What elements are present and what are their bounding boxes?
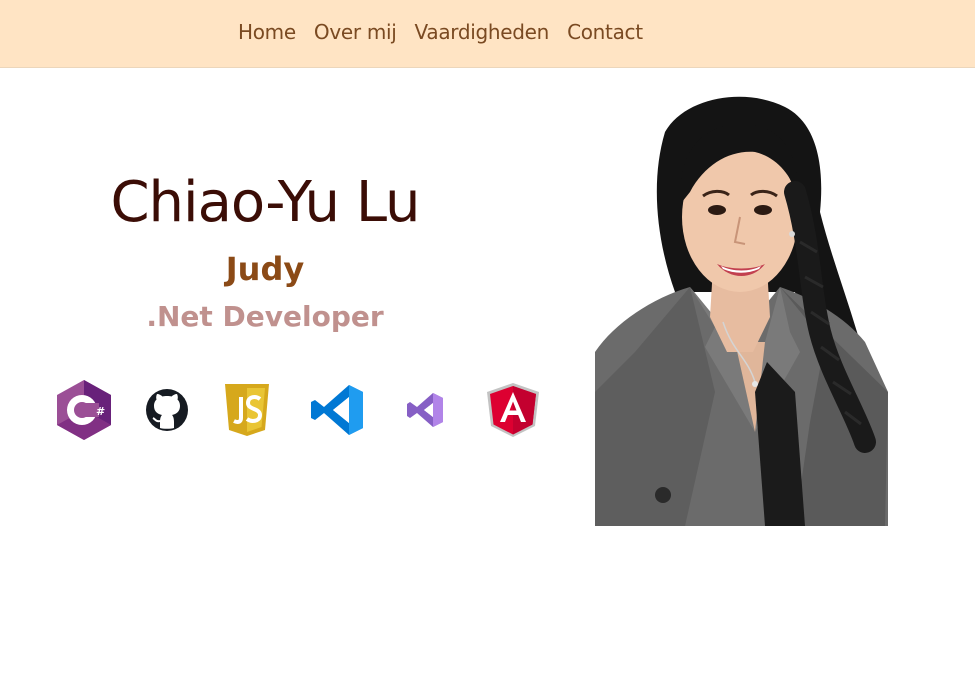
javascript-icon bbox=[217, 380, 277, 440]
nav-skills-link[interactable]: Vaardigheden bbox=[415, 20, 550, 44]
nav-links: Home Over mij Vaardigheden Contact bbox=[238, 20, 643, 44]
nav-about-link[interactable]: Over mij bbox=[314, 20, 397, 44]
nav-home-link[interactable]: Home bbox=[238, 20, 296, 44]
navbar: Home Over mij Vaardigheden Contact bbox=[0, 0, 975, 68]
nav-contact-link[interactable]: Contact bbox=[567, 20, 643, 44]
svg-text:#: # bbox=[96, 405, 105, 418]
vscode-icon bbox=[307, 380, 367, 440]
profile-photo bbox=[595, 92, 888, 526]
hero-role: .Net Developer bbox=[146, 300, 384, 333]
csharp-icon: # bbox=[54, 380, 114, 440]
hero-name: Chiao-Yu Lu bbox=[110, 170, 420, 235]
visual-studio-icon bbox=[395, 380, 455, 440]
angular-icon bbox=[483, 380, 543, 440]
hero-nickname: Judy bbox=[225, 250, 305, 288]
github-icon bbox=[137, 380, 197, 440]
